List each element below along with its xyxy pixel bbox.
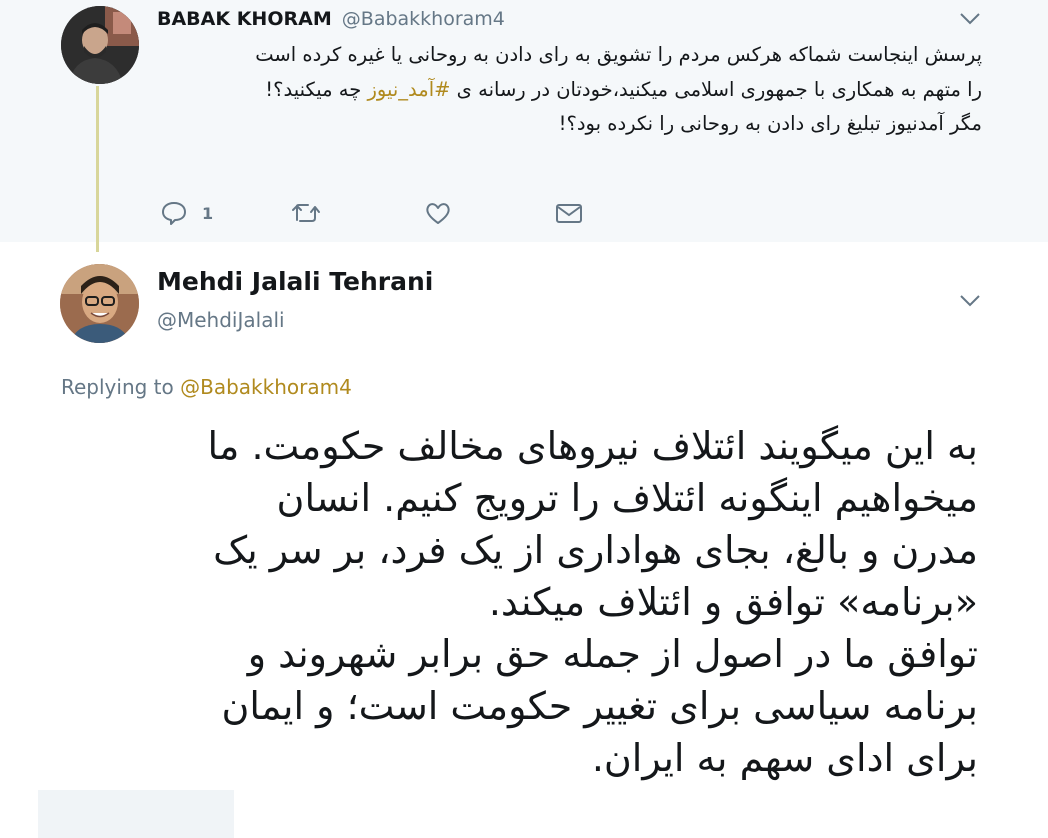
author-handle[interactable]: @Babakkhoram4 — [342, 8, 505, 30]
tweet-text-line: مگر آمدنیوز تبلیغ رای دادن به روحانی را … — [558, 112, 982, 135]
author-handle[interactable]: @MehdiJalali — [157, 308, 285, 332]
chevron-down-icon[interactable] — [957, 291, 983, 311]
parent-tweet-text: پرسش اینجاست شماکه هرکس مردم را تشویق به… — [160, 38, 982, 142]
envelope-icon — [554, 200, 584, 226]
tweet-text-line: را متهم به همکاری با جمهوری اسلامی میکنی… — [160, 73, 982, 108]
main-tweet-text: به این میگویند ائتلاف نیروهای مخالف حکوم… — [40, 420, 978, 784]
media-placeholder — [38, 790, 234, 838]
author-name[interactable]: BABAK KHORAM — [157, 8, 332, 30]
tweet-text-line: میخواهیم اینگونه ائتلاف را ترویج کنیم. ا… — [276, 476, 978, 520]
tweet-text-line: «برنامه» توافق و ائتلاف میکند. — [488, 580, 978, 624]
replying-to: Replying to @Babakkhoram4 — [61, 375, 352, 399]
author-name[interactable]: Mehdi Jalali Tehrani — [157, 267, 433, 296]
tweet-text-line: مدرن و بالغ، بجای هواداری از یک فرد، بر … — [213, 528, 978, 572]
tweet-text-line: برنامه سیاسی برای تغییر حکومت است؛ و ایم… — [221, 684, 978, 728]
tweet-thread: BABAK KHORAM @Babakkhoram4 پرسش اینجاست … — [0, 0, 1048, 838]
retweet-icon — [290, 200, 322, 226]
thread-connector — [96, 86, 99, 252]
like-button[interactable] — [424, 198, 452, 228]
tweet-text-segment: را متهم به همکاری با جمهوری اسلامی میکنی… — [450, 77, 982, 101]
reply-button[interactable]: 1 — [160, 198, 213, 228]
tweet-text-line: توافق ما در اصول از جمله حق برابر شهروند… — [247, 632, 978, 676]
heart-icon — [424, 200, 452, 226]
chevron-down-icon[interactable] — [957, 9, 983, 29]
tweet-text-line: پرسش اینجاست شماکه هرکس مردم را تشویق به… — [255, 43, 982, 66]
message-button[interactable] — [554, 198, 584, 228]
reply-count: 1 — [202, 203, 214, 223]
tweet-actions: 1 — [160, 198, 600, 228]
reply-icon — [160, 200, 188, 226]
parent-author[interactable]: BABAK KHORAM @Babakkhoram4 — [157, 8, 505, 30]
tweet-text-line: به این میگویند ائتلاف نیروهای مخالف حکوم… — [207, 424, 978, 468]
avatar[interactable] — [61, 6, 139, 84]
mention-link[interactable]: @Babakkhoram4 — [180, 375, 352, 399]
hashtag-link[interactable]: #آمد_نیوز — [367, 78, 450, 101]
retweet-button[interactable] — [290, 198, 322, 228]
parent-tweet[interactable]: BABAK KHORAM @Babakkhoram4 پرسش اینجاست … — [0, 0, 1048, 242]
tweet-text-segment: چه میکنید؟! — [265, 77, 368, 101]
replying-prefix: Replying to — [61, 375, 181, 399]
tweet-text-line: برای ادای سهم به ایران. — [591, 736, 978, 780]
avatar[interactable] — [60, 264, 139, 343]
